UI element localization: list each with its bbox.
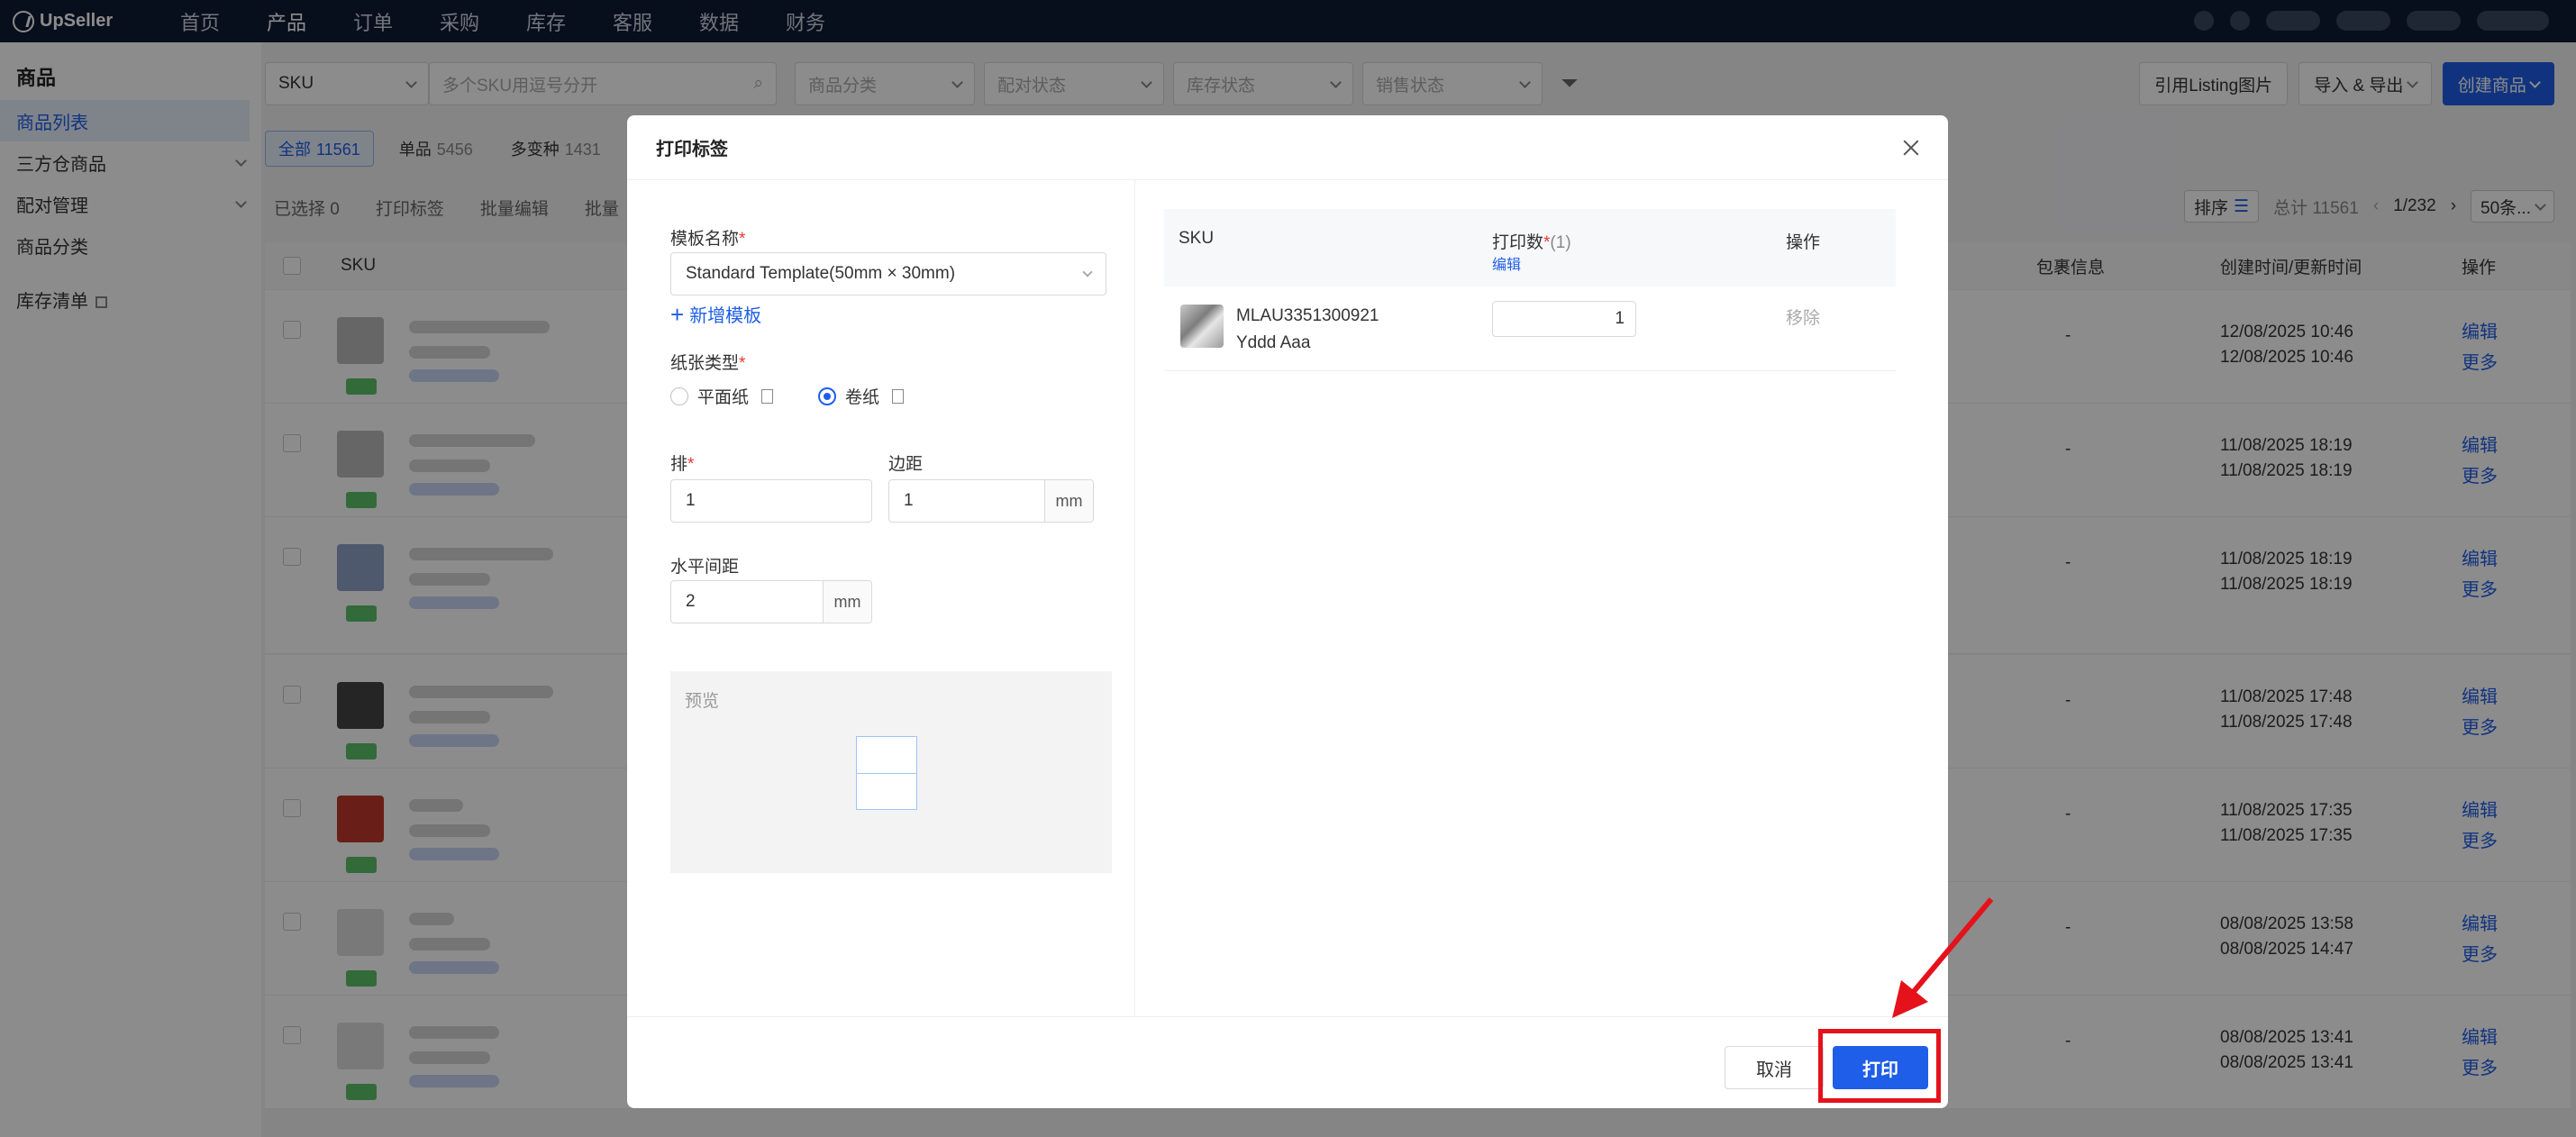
margin-label: 边距 [888, 455, 924, 474]
rows-label: 排* [670, 455, 695, 474]
dialog-footer: 取消 打印 [627, 1016, 1948, 1108]
radio-circle [670, 387, 688, 405]
print-qty-input[interactable]: 1 [1492, 301, 1636, 337]
radio-circle-selected [818, 387, 837, 405]
table-row: MLAU3351300921 Yddd Aaa 1 移除 [1164, 287, 1896, 371]
dialog-title: 打印标签 [656, 140, 728, 159]
close-icon[interactable] [1901, 138, 1921, 158]
rows-input[interactable]: 1 [670, 479, 872, 523]
bulk-edit-qty-link[interactable]: 编辑 [1492, 252, 1521, 274]
print-settings-panel: 模板名称* Standard Template(50mm × 30mm) + 新… [627, 180, 1135, 1016]
paper-type-radios: 平面纸 卷纸 [670, 384, 905, 408]
cancel-button[interactable]: 取消 [1725, 1046, 1824, 1089]
margin-input[interactable]: 1 mm [888, 479, 1094, 523]
roll-paper-icon [892, 388, 905, 404]
item-sku: MLAU3351300921 [1236, 306, 1379, 325]
paper-type-label: 纸张类型* [670, 354, 746, 373]
highlight-box [1818, 1029, 1941, 1103]
dialog-header: 打印标签 [627, 115, 1948, 180]
annotation-arrow-icon [1892, 897, 1994, 1018]
paper-roll-radio[interactable]: 卷纸 [818, 384, 905, 408]
preview-label-box [856, 736, 917, 810]
hgap-input[interactable]: 2 mm [670, 580, 872, 623]
template-select[interactable]: Standard Template(50mm × 30mm) [670, 252, 1106, 296]
paper-flat-radio[interactable]: 平面纸 [670, 384, 774, 408]
product-thumbnail [1180, 305, 1224, 348]
add-template-link[interactable]: + 新增模板 [670, 301, 761, 327]
template-label: 模板名称* [670, 230, 746, 249]
label-preview: 预览 [670, 671, 1112, 873]
sheet-paper-icon [761, 388, 774, 404]
item-name: Yddd Aaa [1236, 333, 1311, 352]
sku-table-header: SKU 打印数*(1) 编辑 操作 [1164, 209, 1896, 287]
chevron-down-icon [1082, 267, 1093, 277]
hgap-label: 水平间距 [670, 558, 740, 577]
plus-icon: + [670, 300, 685, 328]
print-label-dialog: 打印标签 模板名称* Standard Template(50mm × 30mm… [627, 115, 1948, 1108]
sku-table: SKU 打印数*(1) 编辑 操作 MLAU3351300921 Yddd Aa… [1164, 209, 1896, 371]
remove-link[interactable]: 移除 [1786, 305, 1820, 329]
